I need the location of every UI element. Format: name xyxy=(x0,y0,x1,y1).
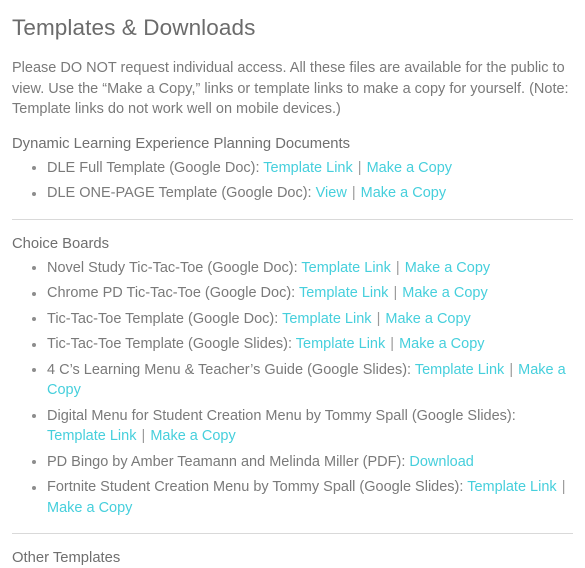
list-item: Fortnite Student Creation Menu by Tommy … xyxy=(12,477,573,518)
list-item: DLE ONE-PAGE Template (Google Doc): View… xyxy=(12,183,573,204)
doc-link-make-a-copy[interactable]: Make a Copy xyxy=(399,336,484,352)
doc-link-template-link[interactable]: Template Link xyxy=(301,260,390,276)
doc-link-template-link[interactable]: Template Link xyxy=(47,428,136,444)
link-separator: | xyxy=(351,185,356,202)
templates-downloads-page: Templates & Downloads Please DO NOT requ… xyxy=(0,0,585,568)
link-separator: | xyxy=(395,259,400,276)
link-separator: | xyxy=(509,361,514,378)
doc-link-template-link[interactable]: Template Link xyxy=(296,336,385,352)
section-heading-other-templates: Other Templates xyxy=(12,550,121,567)
list-item-label: 4 C’s Learning Menu & Teacher’s Guide (G… xyxy=(47,361,412,378)
doc-link-template-link[interactable]: Template Link xyxy=(299,285,388,301)
list-item-label: Digital Menu for Student Creation Menu b… xyxy=(47,407,516,424)
doc-link-make-a-copy[interactable]: Make a Copy xyxy=(405,260,490,276)
doc-link-view[interactable]: View xyxy=(316,185,347,201)
list-item: Chrome PD Tic-Tac-Toe (Google Doc): Temp… xyxy=(12,283,573,304)
list-item-label: Tic-Tac-Toe Template (Google Slides): xyxy=(47,336,292,353)
list-item: 4 C’s Learning Menu & Teacher’s Guide (G… xyxy=(12,360,573,401)
section-divider-2 xyxy=(12,533,573,535)
doc-link-make-a-copy[interactable]: Make a Copy xyxy=(47,500,132,516)
doc-link-make-a-copy[interactable]: Make a Copy xyxy=(150,428,235,444)
list-item-label: Chrome PD Tic-Tac-Toe (Google Doc): xyxy=(47,285,296,302)
link-separator: | xyxy=(390,336,395,353)
doc-link-make-a-copy[interactable]: Make a Copy xyxy=(367,160,452,176)
section-divider-1 xyxy=(12,218,573,220)
link-list-choice-boards: Novel Study Tic-Tac-Toe (Google Doc): Te… xyxy=(12,258,573,519)
link-separator: | xyxy=(141,428,146,445)
list-item: DLE Full Template (Google Doc): Template… xyxy=(12,158,573,179)
page-title: Templates & Downloads xyxy=(12,15,256,40)
doc-link-template-link[interactable]: Template Link xyxy=(467,479,556,495)
list-item-label: DLE Full Template (Google Doc): xyxy=(47,159,260,176)
doc-link-make-a-copy[interactable]: Make a Copy xyxy=(402,285,487,301)
list-item: PD Bingo by Amber Teamann and Melinda Mi… xyxy=(12,452,573,473)
link-separator: | xyxy=(393,285,398,302)
list-item: Digital Menu for Student Creation Menu b… xyxy=(12,406,573,447)
list-item-label: Tic-Tac-Toe Template (Google Doc): xyxy=(47,310,279,327)
section-heading-dynamic-learning: Dynamic Learning Experience Planning Doc… xyxy=(12,135,351,152)
link-separator: | xyxy=(561,479,566,496)
doc-link-download[interactable]: Download xyxy=(409,454,474,470)
list-item-label: Fortnite Student Creation Menu by Tommy … xyxy=(47,479,464,496)
list-item-label: PD Bingo by Amber Teamann and Melinda Mi… xyxy=(47,453,406,470)
doc-link-make-a-copy[interactable]: Make a Copy xyxy=(385,311,470,327)
doc-link-make-a-copy[interactable]: Make a Copy xyxy=(361,185,446,201)
doc-link-template-link[interactable]: Template Link xyxy=(263,160,352,176)
list-item: Tic-Tac-Toe Template (Google Slides): Te… xyxy=(12,334,573,355)
link-separator: | xyxy=(376,310,381,327)
intro-paragraph: Please DO NOT request individual access.… xyxy=(12,60,569,118)
list-item-label: DLE ONE-PAGE Template (Google Doc): xyxy=(47,185,312,202)
section-heading-choice-boards: Choice Boards xyxy=(12,235,110,252)
link-separator: | xyxy=(357,159,362,176)
link-list-dynamic-learning: DLE Full Template (Google Doc): Template… xyxy=(12,158,573,204)
list-item: Novel Study Tic-Tac-Toe (Google Doc): Te… xyxy=(12,258,573,279)
doc-link-template-link[interactable]: Template Link xyxy=(282,311,371,327)
list-item-label: Novel Study Tic-Tac-Toe (Google Doc): xyxy=(47,259,298,276)
doc-link-template-link[interactable]: Template Link xyxy=(415,362,504,378)
list-item: Tic-Tac-Toe Template (Google Doc): Templ… xyxy=(12,309,573,330)
